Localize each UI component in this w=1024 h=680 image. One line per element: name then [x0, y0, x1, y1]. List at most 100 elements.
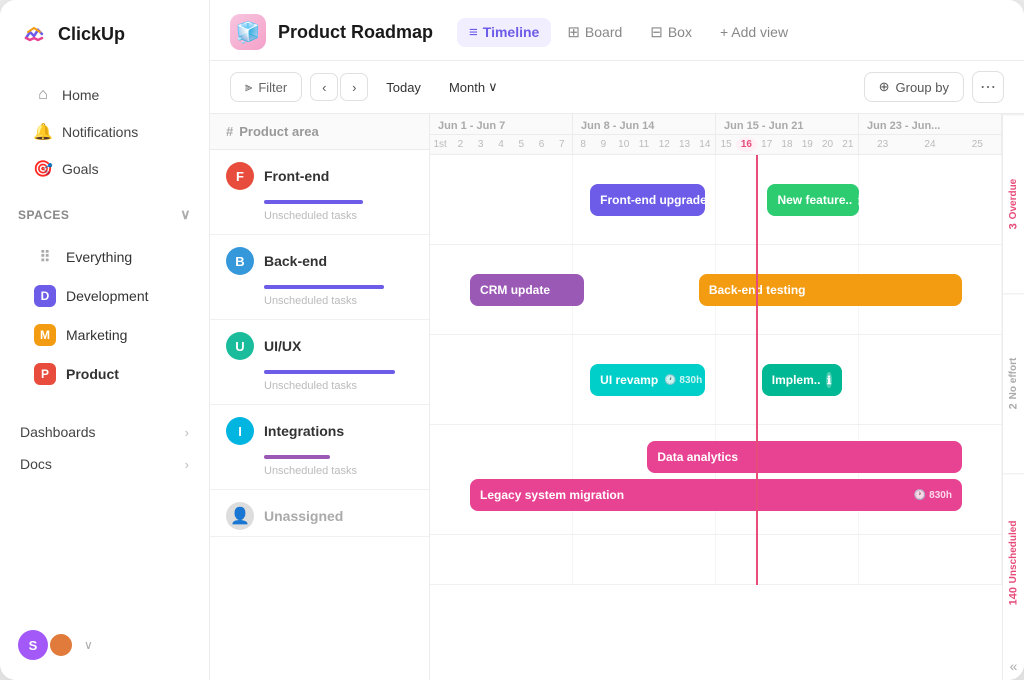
- sidebar: ClickUp ⌂ Home 🔔 Notifications 🎯 Goals S…: [0, 0, 210, 680]
- day-labels-1: 1st 2 3 4 5 6 7: [430, 135, 572, 154]
- area-name-integrations: Integrations: [264, 423, 344, 439]
- avatar-frontend: F: [226, 162, 254, 190]
- spaces-section-header: Spaces ∨: [0, 192, 209, 229]
- week-col-1: Jun 1 - Jun 7 1st 2 3 4 5 6 7: [430, 114, 573, 154]
- sidebar-item-development[interactable]: D Development: [16, 277, 193, 315]
- bar-backend: [264, 285, 384, 289]
- gantt-bar-frontend-upgrade[interactable]: Front-end upgrade 🕐 830h: [590, 184, 704, 216]
- nav-goals[interactable]: 🎯 Goals: [16, 151, 193, 187]
- timeline-nav-arrows: ‹ ›: [310, 73, 368, 101]
- month-selector[interactable]: Month ∨: [439, 73, 508, 101]
- gantt-row-uiux: UI revamp 🕐 830h Implem.. ℹ: [430, 335, 1002, 425]
- gantt-bar-ui-revamp[interactable]: UI revamp 🕐 830h: [590, 364, 704, 396]
- sidebar-footer: S ∨: [0, 620, 209, 670]
- badge-noeffort: 2 No effort: [1003, 293, 1024, 472]
- logo-icon: [18, 18, 50, 50]
- project-icon: 🧊: [230, 14, 266, 50]
- toolbar-right: ⊕ Group by ⋯: [864, 71, 1004, 103]
- right-timeline: Jun 1 - Jun 7 1st 2 3 4 5 6 7 Jun 8 - Ju…: [430, 114, 1002, 680]
- area-row-unassigned: 👤 Unassigned: [210, 490, 429, 537]
- gantt-bar-implement[interactable]: Implem.. ℹ: [762, 364, 842, 396]
- gantt-row-backend: CRM update Back-end testing: [430, 245, 1002, 335]
- week-col-2: Jun 8 - Jun 14 8 9 10 11 12 13 14: [573, 114, 716, 154]
- timeline-area: # Product area F Front-end Unscheduled t…: [210, 114, 1024, 680]
- development-dot: D: [34, 285, 56, 307]
- week-label-4: Jun 23 - Jun...: [859, 114, 1001, 135]
- day-1st: 1st: [430, 137, 450, 152]
- badge-overdue: 3 Overdue: [1003, 114, 1024, 293]
- board-icon: ⊞: [567, 23, 580, 41]
- avatar-unassigned: 👤: [226, 502, 254, 530]
- timeline-header: Jun 1 - Jun 7 1st 2 3 4 5 6 7 Jun 8 - Ju…: [430, 114, 1002, 155]
- group-by-icon: ⊕: [879, 79, 890, 95]
- today-button[interactable]: Today: [376, 74, 431, 101]
- badge-unscheduled: 140 Unscheduled: [1003, 473, 1024, 652]
- avatar-uiux: U: [226, 332, 254, 360]
- spaces-chevron[interactable]: ∨: [180, 206, 191, 223]
- bell-icon: 🔔: [34, 123, 52, 141]
- area-row-backend: B Back-end Unscheduled tasks: [210, 235, 429, 320]
- sidebar-item-marketing[interactable]: M Marketing: [16, 316, 193, 354]
- unscheduled-backend: Unscheduled tasks: [210, 291, 429, 319]
- tab-box[interactable]: ⊟ Box: [638, 17, 704, 47]
- avatar-secondary[interactable]: [48, 632, 74, 658]
- sidebar-item-product[interactable]: P Product: [16, 355, 193, 393]
- logo-text: ClickUp: [58, 24, 125, 45]
- main-content: 🧊 Product Roadmap ≡ Timeline ⊞ Board ⊟ B…: [210, 0, 1024, 680]
- nav-notifications[interactable]: 🔔 Notifications: [16, 114, 193, 150]
- add-view-button[interactable]: + Add view: [708, 18, 800, 46]
- gantt-bar-backend-testing[interactable]: Back-end testing: [699, 274, 962, 306]
- tab-board[interactable]: ⊞ Board: [555, 17, 634, 47]
- day-labels-4: 23 24 25: [859, 135, 1001, 154]
- docs-chevron: ›: [185, 457, 189, 472]
- user-menu-icon[interactable]: ∨: [84, 638, 93, 652]
- day-labels-2: 8 9 10 11 12 13 14: [573, 135, 715, 154]
- nav-home[interactable]: ⌂ Home: [16, 77, 193, 113]
- avatar-primary[interactable]: S: [18, 630, 48, 660]
- topbar: 🧊 Product Roadmap ≡ Timeline ⊞ Board ⊟ B…: [210, 0, 1024, 61]
- main-nav: ⌂ Home 🔔 Notifications 🎯 Goals: [0, 68, 209, 192]
- dashboards-docs: Dashboards › Docs ›: [0, 408, 209, 484]
- sidebar-item-docs[interactable]: Docs ›: [8, 448, 201, 480]
- right-badges: 3 Overdue 2 No effort 140 Unscheduled «: [1002, 114, 1024, 680]
- sidebar-item-everything[interactable]: ⠿ Everything: [16, 238, 193, 276]
- bar-uiux: [264, 370, 395, 374]
- view-tabs: ≡ Timeline ⊞ Board ⊟ Box + Add view: [457, 17, 800, 47]
- week-label-1: Jun 1 - Jun 7: [430, 114, 572, 135]
- area-name-frontend: Front-end: [264, 168, 329, 184]
- prev-arrow[interactable]: ‹: [310, 73, 338, 101]
- more-options-button[interactable]: ⋯: [972, 71, 1004, 103]
- spaces-list: ⠿ Everything D Development M Marketing P…: [0, 229, 209, 398]
- timeline-rows: Front-end upgrade 🕐 830h New feature.. ℹ: [430, 155, 1002, 585]
- week-col-4: Jun 23 - Jun... 23 24 25: [859, 114, 1002, 154]
- week-label-2: Jun 8 - Jun 14: [573, 114, 715, 135]
- sidebar-item-dashboards[interactable]: Dashboards ›: [8, 416, 201, 448]
- gantt-bar-legacy-migration[interactable]: Legacy system migration 🕐 830h: [470, 479, 962, 511]
- toolbar: ⫸ Filter ‹ › Today Month ∨ ⊕ Group by ⋯: [210, 61, 1024, 114]
- col-header: # Product area: [210, 114, 429, 150]
- marketing-dot: M: [34, 324, 56, 346]
- day-labels-3: 15 16 17 18 19 20 21: [716, 135, 858, 154]
- collapse-button[interactable]: «: [1003, 652, 1024, 680]
- everything-icon: ⠿: [34, 246, 56, 268]
- tab-timeline[interactable]: ≡ Timeline: [457, 18, 551, 47]
- bar-integrations: [264, 455, 330, 459]
- avatar-integrations: I: [226, 417, 254, 445]
- filter-button[interactable]: ⫸ Filter: [230, 72, 302, 102]
- unscheduled-integrations: Unscheduled tasks: [210, 461, 429, 489]
- area-row-integrations: I Integrations Unscheduled tasks: [210, 405, 429, 490]
- gantt-bar-crm-update[interactable]: CRM update: [470, 274, 584, 306]
- gantt-bar-new-feature[interactable]: New feature.. ℹ: [767, 184, 859, 216]
- group-by-button[interactable]: ⊕ Group by: [864, 72, 964, 102]
- area-name-backend: Back-end: [264, 253, 327, 269]
- gantt-bar-data-analytics[interactable]: Data analytics: [647, 441, 962, 473]
- today-day-label: 16: [736, 137, 756, 152]
- month-chevron: ∨: [488, 79, 498, 95]
- col-header-icon: #: [226, 124, 233, 139]
- project-title: Product Roadmap: [278, 22, 433, 43]
- timeline-icon: ≡: [469, 24, 478, 41]
- next-arrow[interactable]: ›: [340, 73, 368, 101]
- box-icon: ⊟: [650, 23, 663, 41]
- goals-icon: 🎯: [34, 160, 52, 178]
- week-col-3: Jun 15 - Jun 21 15 16 17 18 19 20 21: [716, 114, 859, 154]
